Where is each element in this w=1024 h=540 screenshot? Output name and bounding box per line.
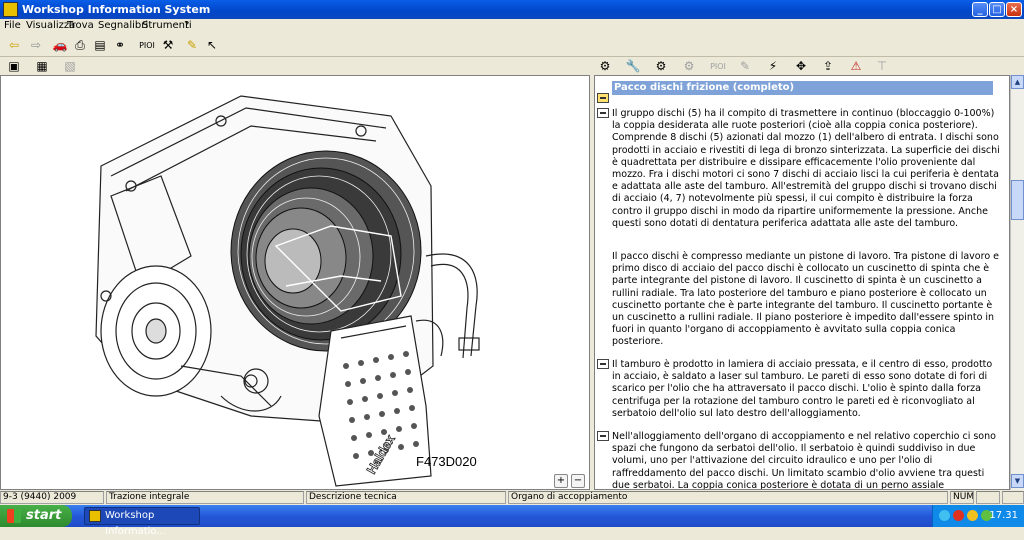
pioi-button[interactable]: PIOI (136, 37, 158, 53)
binoculars-icon[interactable]: ⚭ (112, 37, 128, 53)
minimize-button[interactable]: _ (972, 2, 988, 17)
back-arrow-icon[interactable]: ⇦ (6, 37, 22, 53)
zoom-in-icon[interactable]: + (554, 474, 568, 488)
taskbar: start Workshop Informatio... 17.31 (0, 505, 1024, 537)
volume-icon[interactable] (967, 510, 978, 521)
status-num: NUM (950, 491, 974, 504)
menu-bar: File Visualizza Trova Segnalibri Strumen… (0, 19, 1024, 33)
tool-icon[interactable]: ⚒ (160, 37, 176, 53)
engine-icon[interactable]: ⚙ (597, 58, 613, 74)
menu-help[interactable]: ? (184, 20, 189, 31)
print-icon[interactable]: ⎙ (72, 37, 88, 53)
status-component: Organo di accoppiamento (508, 491, 948, 504)
windows-logo-icon (7, 509, 21, 523)
paragraph-link-icon[interactable] (597, 431, 609, 441)
bookmark-icon[interactable] (597, 93, 609, 103)
paragraph-link-icon[interactable] (597, 108, 609, 118)
document-heading: Pacco dischi frizione (completo) (612, 81, 993, 95)
pioi-tab[interactable]: PIOI (707, 58, 729, 74)
secondary-toolbar: ▣ ▦ ▧ ⚙ 🔧 ⚙ ⚙ PIOI ✎ ⚡ ✥ ⇪ ⚠ ⊤ (0, 56, 1024, 76)
illustration-pane: Haldex F473D020 + − (0, 75, 590, 490)
vertical-scrollbar[interactable]: ▲ ▼ (1010, 75, 1024, 490)
status-doc-type: Descrizione tecnica (306, 491, 506, 504)
gears-icon[interactable]: ⚙ (653, 58, 669, 74)
paragraph-link-icon[interactable] (597, 359, 609, 369)
network-icon[interactable] (939, 510, 950, 521)
scroll-up-icon[interactable]: ▲ (1011, 75, 1024, 89)
paragraph-3: Il tamburo è prodotto in lamiera di acci… (612, 359, 993, 419)
main-toolbar: ⇦ ⇨ 🚗 ⎙ ▤ ⚭ PIOI ⚒ ✎ ↖ (0, 34, 1024, 56)
pencil-icon[interactable]: ✎ (184, 37, 200, 53)
app-icon (3, 2, 18, 17)
diagnostic-icon[interactable]: ⚡ (765, 58, 781, 74)
menu-trova[interactable]: Trova (67, 20, 94, 31)
status-empty (976, 491, 1000, 504)
adjust-icon[interactable]: ⇪ (820, 58, 836, 74)
start-label: start (26, 508, 62, 523)
zoom-out-icon[interactable]: − (571, 474, 585, 488)
menu-file[interactable]: File (4, 20, 21, 31)
pen-disabled-icon[interactable]: ✎ (737, 58, 753, 74)
status-empty-2 (1002, 491, 1024, 504)
paragraph-1: Il gruppo dischi (5) ha il compito di tr… (612, 108, 1000, 229)
app-icon (89, 510, 101, 522)
clock: 17.31 (989, 510, 1018, 521)
clutch-illustration: Haldex (95, 95, 480, 487)
lift-disabled-icon[interactable]: ⊤ (874, 58, 890, 74)
gear-disabled-icon[interactable]: ⚙ (681, 58, 697, 74)
figure-label: F473D020 (416, 454, 477, 469)
security-icon[interactable] (953, 510, 964, 521)
status-vehicle: 9-3 (9440) 2009 (0, 491, 104, 504)
scroll-down-icon[interactable]: ▼ (1011, 474, 1024, 488)
car-icon[interactable]: 🚗 (52, 37, 68, 53)
pointer-icon[interactable]: ↖ (204, 37, 220, 53)
title-bar: Workshop Information System _ □ × (0, 0, 1024, 19)
wrench-icon[interactable]: 🔧 (625, 58, 641, 74)
forward-arrow-icon[interactable]: ⇨ (28, 37, 44, 53)
image-view-icon[interactable]: ▧ (62, 58, 78, 74)
start-button[interactable]: start (0, 505, 72, 527)
paragraph-4: Nell'alloggiamento dell'organo di accopp… (612, 431, 996, 489)
move-icon[interactable]: ✥ (793, 58, 809, 74)
tree-view-icon[interactable]: ▣ (6, 58, 22, 74)
list-view-icon[interactable]: ▦ (34, 58, 50, 74)
menu-segnalibri[interactable]: Segnalibri (98, 20, 148, 31)
warning-icon[interactable]: ⚠ (848, 58, 864, 74)
status-system: Trazione integrale (106, 491, 304, 504)
maximize-button[interactable]: □ (989, 2, 1005, 17)
taskbar-item-workshop[interactable]: Workshop Informatio... (84, 507, 200, 537)
paragraph-2: Il pacco dischi è compresso mediante un … (612, 251, 999, 348)
status-bar: 9-3 (9440) 2009 Trazione integrale Descr… (0, 491, 1024, 505)
taskbar-item-label: Workshop Informatio... (105, 510, 166, 537)
document-icon[interactable]: ▤ (92, 37, 108, 53)
system-tray: 17.31 (932, 505, 1024, 527)
scroll-thumb[interactable] (1011, 180, 1024, 220)
window-title: Workshop Information System (22, 3, 211, 16)
close-button[interactable]: × (1006, 2, 1022, 17)
